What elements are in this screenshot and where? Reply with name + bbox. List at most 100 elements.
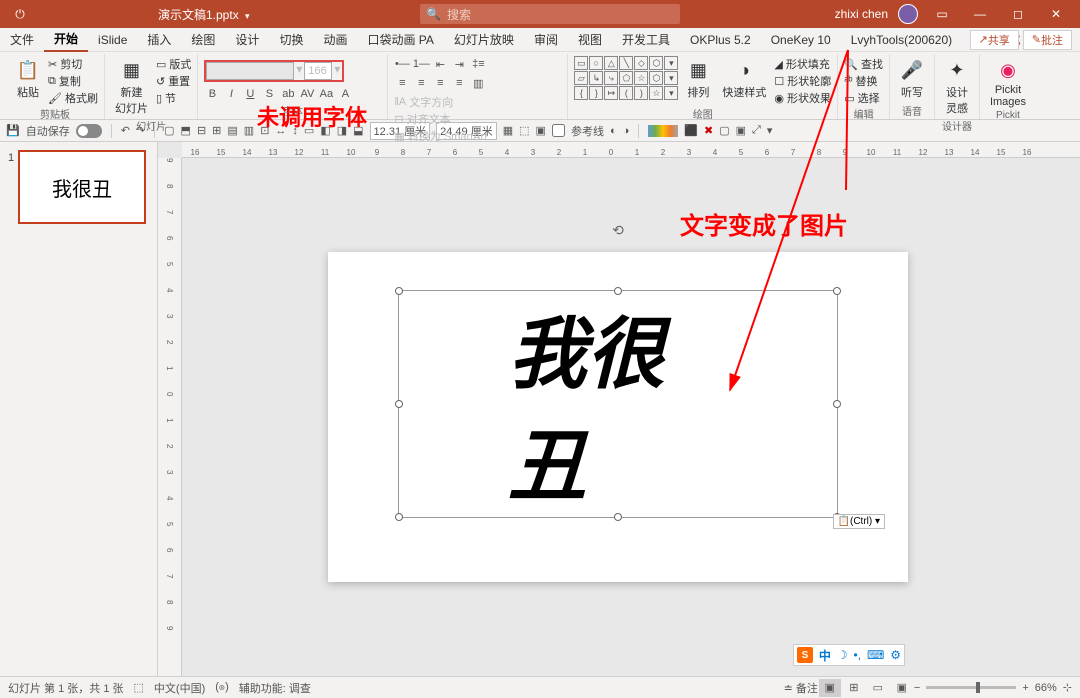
search-box[interactable]: 🔍 搜索	[420, 4, 680, 24]
format-painter-button[interactable]: 🖌格式刷	[48, 90, 98, 106]
tab-lvyh[interactable]: LvyhTools(200620)	[841, 28, 962, 52]
zoom-out-icon[interactable]: −	[914, 682, 920, 694]
tab-devtools[interactable]: 开发工具	[612, 28, 680, 52]
status-slide-info[interactable]: 幻灯片 第 1 张，共 1 张	[8, 680, 124, 696]
resize-handle-nw[interactable]	[395, 287, 403, 295]
align-right-button[interactable]: ≡	[432, 75, 448, 91]
status-lang-icon[interactable]: ⬚	[134, 681, 144, 694]
view-normal-icon[interactable]: ▣	[819, 679, 841, 697]
quick-styles-button[interactable]: ◑快速样式	[718, 56, 770, 102]
arrange-button[interactable]: ▦排列	[682, 56, 714, 102]
slide-thumbnail-panel[interactable]: 1 我很丑	[0, 142, 158, 676]
resize-handle-w[interactable]	[395, 400, 403, 408]
document-title[interactable]: 演示文稿1.pptx ▾	[158, 6, 250, 23]
selection-box[interactable]: 我很丑 📋(Ctrl) ▾	[398, 290, 838, 518]
tab-onekey[interactable]: OneKey 10	[761, 28, 841, 52]
tab-pocket[interactable]: 口袋动画 PA	[357, 28, 443, 52]
design-ideas-button[interactable]: ✦设计 灵感	[941, 56, 973, 118]
align-left-button[interactable]: ≡	[394, 75, 410, 91]
view-slideshow-icon[interactable]: ▣	[891, 679, 913, 697]
bold-button[interactable]: B	[204, 86, 220, 102]
shape-fill-button[interactable]: ◢形状填充	[774, 56, 831, 72]
cut-button[interactable]: ✂剪切	[48, 56, 98, 72]
ime-sogou-icon[interactable]: S	[797, 647, 813, 663]
replace-button[interactable]: ᵃᵇ替换	[844, 73, 883, 89]
tab-transition[interactable]: 切换	[269, 28, 313, 52]
qat-icon[interactable]: ▥	[244, 124, 254, 137]
maximize-icon[interactable]: ◻	[1004, 0, 1032, 28]
accessibility-icon[interactable]: (ၜ)	[215, 680, 229, 696]
rotation-handle-icon[interactable]: ⟲	[612, 222, 624, 239]
comment-button[interactable]: ✎ 批注	[1023, 30, 1072, 50]
find-button[interactable]: 🔍查找	[844, 56, 883, 72]
justify-button[interactable]: ≡	[451, 75, 467, 91]
qat-icon[interactable]: ✖	[704, 124, 713, 137]
pickit-button[interactable]: ◉Pickit Images	[986, 56, 1030, 110]
qat-icon[interactable]: ▤	[227, 124, 237, 137]
ime-moon-icon[interactable]: ☽	[837, 648, 848, 662]
close-icon[interactable]: ✕	[1042, 0, 1070, 28]
tab-animation[interactable]: 动画	[313, 28, 357, 52]
zoom-in-icon[interactable]: +	[1022, 682, 1028, 694]
tab-islide[interactable]: iSlide	[88, 28, 137, 52]
section-button[interactable]: ▯节	[156, 90, 191, 106]
ime-keyboard-icon[interactable]: ⌨	[867, 648, 884, 662]
layout-button[interactable]: ▭版式	[156, 56, 191, 72]
ribbon-display-icon[interactable]: ▭	[928, 0, 956, 28]
tab-insert[interactable]: 插入	[137, 28, 181, 52]
align-text-button[interactable]: ⊟对齐文本	[394, 111, 450, 127]
italic-button[interactable]: I	[223, 86, 239, 102]
tab-review[interactable]: 审阅	[524, 28, 568, 52]
fit-window-icon[interactable]: ⊹	[1063, 681, 1072, 694]
ime-settings-icon[interactable]: ⚙	[890, 648, 901, 662]
qat-icon[interactable]: ◐	[610, 125, 617, 137]
notes-button[interactable]: ≐ 备注	[784, 680, 818, 696]
text-direction-button[interactable]: ‖A文字方向	[394, 94, 453, 110]
color-palette[interactable]	[648, 125, 678, 137]
indent-inc-button[interactable]: ⇥	[451, 56, 467, 72]
indent-dec-button[interactable]: ⇤	[432, 56, 448, 72]
paste-options-badge[interactable]: 📋(Ctrl) ▾	[833, 514, 885, 529]
save-icon[interactable]: 💾	[6, 124, 20, 137]
status-language[interactable]: 中文(中国)	[154, 680, 205, 696]
view-reading-icon[interactable]: ▭	[867, 679, 889, 697]
status-accessibility[interactable]: 辅助功能: 调查	[239, 680, 311, 696]
slide-canvas[interactable]: ⟲ 我很丑 📋(Ctrl) ▾	[328, 252, 908, 582]
new-slide-button[interactable]: ▦ 新建 幻灯片	[111, 56, 152, 118]
underline-button[interactable]: U	[242, 86, 258, 102]
view-sorter-icon[interactable]: ⊞	[843, 679, 865, 697]
share-button[interactable]: ↗ 共享	[970, 30, 1019, 50]
tab-view[interactable]: 视图	[568, 28, 612, 52]
qat-icon[interactable]: ◑	[623, 125, 630, 137]
qat-icon[interactable]: ▢	[719, 124, 729, 137]
tab-draw[interactable]: 绘图	[181, 28, 225, 52]
minimize-icon[interactable]: —	[966, 0, 994, 28]
autosave-toggle[interactable]	[76, 124, 102, 138]
shapes-gallery[interactable]: ▭○△╲◇⬡▾ ▱↳⤷⬠☆⬡▾ {}↦()☆▾	[574, 56, 678, 100]
qat-icon[interactable]: ⊟	[197, 124, 206, 137]
numbering-button[interactable]: 1―	[413, 56, 429, 72]
slide-thumbnail-1[interactable]: 1 我很丑	[18, 150, 146, 224]
paste-button[interactable]: 📋 粘贴	[12, 56, 44, 102]
tab-file[interactable]: 文件	[0, 28, 44, 52]
shape-effects-button[interactable]: ◉形状效果	[774, 90, 831, 106]
slide-image-content[interactable]: 我很丑	[509, 292, 728, 516]
ime-comma-icon[interactable]: •,	[854, 648, 862, 662]
tab-home[interactable]: 开始	[44, 28, 88, 52]
line-spacing-button[interactable]: ‡≡	[470, 56, 486, 72]
tab-slideshow[interactable]: 幻灯片放映	[444, 28, 524, 52]
zoom-value[interactable]: 66%	[1035, 682, 1057, 694]
reset-button[interactable]: ↺重置	[156, 73, 191, 89]
shape-outline-button[interactable]: ☐形状轮廓	[774, 73, 831, 89]
tab-design[interactable]: 设计	[225, 28, 269, 52]
align-center-button[interactable]: ≡	[413, 75, 429, 91]
user-avatar[interactable]	[898, 4, 918, 24]
font-size-input[interactable]	[304, 62, 332, 80]
resize-handle-e[interactable]	[833, 400, 841, 408]
resize-handle-ne[interactable]	[833, 287, 841, 295]
zoom-slider[interactable]	[926, 686, 1016, 689]
title-dropdown-icon[interactable]: ▾	[245, 11, 250, 21]
columns-button[interactable]: ▥	[470, 75, 486, 91]
font-name-input[interactable]	[206, 62, 294, 80]
ime-toolbar[interactable]: S 中 ☽ •, ⌨ ⚙	[793, 644, 905, 666]
